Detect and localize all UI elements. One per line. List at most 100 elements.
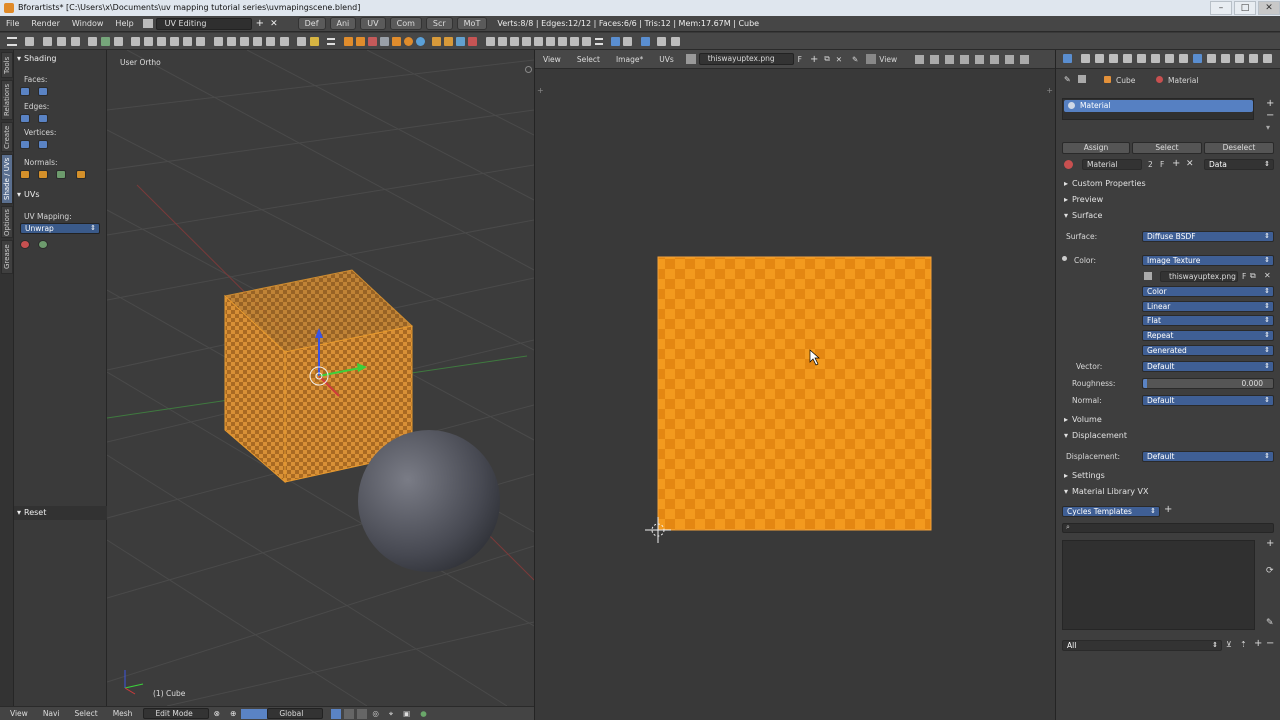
- texture-tab-icon[interactable]: [1249, 54, 1258, 63]
- tool-icon[interactable]: [416, 37, 425, 46]
- tool-icon[interactable]: [657, 37, 666, 46]
- minimize-icon[interactable]: –: [1210, 1, 1232, 15]
- uv-mapping-select[interactable]: Unwrap: [20, 223, 100, 234]
- wrench-icon[interactable]: ✎: [1266, 618, 1274, 628]
- uv-tool-icon[interactable]: [990, 54, 1000, 64]
- material-name-field[interactable]: Material: [1082, 159, 1142, 170]
- tool-icon[interactable]: [546, 37, 555, 46]
- menu-file[interactable]: File: [0, 19, 25, 28]
- flat-shading-button[interactable]: [20, 87, 30, 96]
- tool-icon[interactable]: [356, 37, 365, 46]
- tool-icon[interactable]: [253, 37, 262, 46]
- vertices-flat-button[interactable]: [20, 140, 30, 149]
- material-library-section[interactable]: Material Library VX: [1056, 484, 1280, 499]
- projection-select[interactable]: Flat: [1142, 315, 1274, 326]
- tool-icon[interactable]: [498, 37, 507, 46]
- tool-icon[interactable]: [432, 37, 441, 46]
- tool-icon[interactable]: [280, 37, 289, 46]
- image-open-icon[interactable]: ⧉: [1250, 271, 1256, 281]
- image-browse-icon[interactable]: [1144, 272, 1152, 280]
- add-slot-icon[interactable]: +: [1266, 98, 1274, 109]
- slot-menu-icon[interactable]: ▾: [1266, 123, 1270, 132]
- fake-user-toggle[interactable]: F: [1160, 160, 1164, 169]
- tool-icon[interactable]: [404, 37, 413, 46]
- recalc-normals-button[interactable]: [20, 170, 30, 179]
- tool-icon[interactable]: [468, 37, 477, 46]
- remove-filter-icon[interactable]: −: [1266, 638, 1274, 649]
- tool-icon[interactable]: [344, 37, 353, 46]
- uv-menu-uvs[interactable]: UVs: [651, 55, 682, 64]
- menu-navi[interactable]: Navi: [33, 709, 65, 718]
- select-mode-icon[interactable]: [357, 708, 368, 719]
- mark-seam-button[interactable]: [20, 240, 30, 249]
- particles-tab-icon[interactable]: [1221, 54, 1230, 63]
- menu-view[interactable]: View: [0, 709, 33, 718]
- menu-select[interactable]: Select: [65, 709, 103, 718]
- uv-menu-select[interactable]: Select: [569, 55, 608, 64]
- tool-icon[interactable]: [101, 37, 110, 46]
- new-image-icon[interactable]: +: [810, 54, 818, 65]
- uv-tool-icon[interactable]: [975, 54, 985, 64]
- uv-menu-image[interactable]: Image*: [608, 55, 651, 64]
- material-tab-icon[interactable]: [1207, 54, 1216, 63]
- add-filter-icon[interactable]: +: [1254, 638, 1262, 649]
- tool-icon[interactable]: [71, 37, 80, 46]
- remove-slot-icon[interactable]: −: [1266, 110, 1274, 121]
- pin-icon[interactable]: ✎: [852, 55, 858, 64]
- tool-icon[interactable]: [582, 37, 591, 46]
- uv-tool-icon[interactable]: [1005, 54, 1015, 64]
- tool-icon[interactable]: [558, 37, 567, 46]
- orientation-select[interactable]: Global: [267, 708, 324, 719]
- tool-icon[interactable]: [641, 37, 650, 46]
- tool-icon[interactable]: [157, 37, 166, 46]
- roughness-slider[interactable]: 0.000: [1142, 378, 1274, 389]
- hamburger-icon[interactable]: [7, 37, 17, 46]
- tool-icon[interactable]: [380, 37, 389, 46]
- assign-button[interactable]: Assign: [1062, 142, 1130, 154]
- library-select[interactable]: Cycles Templates: [1062, 506, 1160, 517]
- surface-select[interactable]: Diffuse BSDF: [1142, 231, 1274, 242]
- tool-icon[interactable]: [486, 37, 495, 46]
- unlink-image-icon[interactable]: ✕: [836, 55, 842, 64]
- upload-icon[interactable]: ⇡: [1240, 640, 1247, 649]
- tool-icon[interactable]: [297, 37, 306, 46]
- tool-icon[interactable]: [170, 37, 179, 46]
- add-layout-icon[interactable]: +: [256, 18, 264, 29]
- view-mode-select[interactable]: View: [879, 55, 911, 64]
- reset-panel-header[interactable]: Reset: [14, 506, 107, 520]
- viewport-corner-icon[interactable]: [525, 66, 532, 73]
- material-browse-icon[interactable]: [1064, 160, 1073, 169]
- smooth-shading-button[interactable]: [38, 87, 48, 96]
- data-tab-icon[interactable]: [1165, 54, 1174, 63]
- physics-tab-icon[interactable]: [1235, 54, 1244, 63]
- constraints-tab-icon[interactable]: [1137, 54, 1146, 63]
- color-select[interactable]: Image Texture: [1142, 255, 1274, 266]
- sphere-mesh[interactable]: [358, 430, 500, 572]
- tool-icon[interactable]: [534, 37, 543, 46]
- menu-window[interactable]: Window: [66, 19, 110, 28]
- menu-render[interactable]: Render: [25, 19, 65, 28]
- library-search-field[interactable]: ⌕: [1062, 523, 1274, 533]
- tool-icon[interactable]: [671, 37, 680, 46]
- tab-relations[interactable]: Relations: [1, 80, 13, 120]
- tab-tools[interactable]: Tools: [1, 52, 13, 78]
- tool-icon[interactable]: [310, 37, 319, 46]
- uv-tool-icon[interactable]: [1020, 54, 1030, 64]
- tool-icon[interactable]: [131, 37, 140, 46]
- displacement-select[interactable]: Default: [1142, 451, 1274, 462]
- render-icon[interactable]: ▣: [398, 709, 415, 718]
- edges-flat-button[interactable]: [20, 114, 30, 123]
- filter-select[interactable]: All: [1062, 640, 1222, 651]
- mode-select[interactable]: Edit Mode: [143, 708, 209, 719]
- tab-options[interactable]: Options: [1, 206, 13, 238]
- preview-section[interactable]: Preview: [1056, 192, 1280, 207]
- tool-icon[interactable]: [214, 37, 223, 46]
- render-tab-icon[interactable]: [1081, 54, 1090, 63]
- extra-tab-icon[interactable]: [1263, 54, 1272, 63]
- image-fake-user[interactable]: F: [1242, 272, 1246, 281]
- tab-ani[interactable]: Ani: [329, 17, 357, 30]
- extension-select[interactable]: Repeat: [1142, 330, 1274, 341]
- tool-icon[interactable]: [611, 37, 620, 46]
- bones-tab-icon[interactable]: [1179, 54, 1188, 63]
- 3d-viewport[interactable]: User Ortho (1) Cube: [107, 50, 534, 706]
